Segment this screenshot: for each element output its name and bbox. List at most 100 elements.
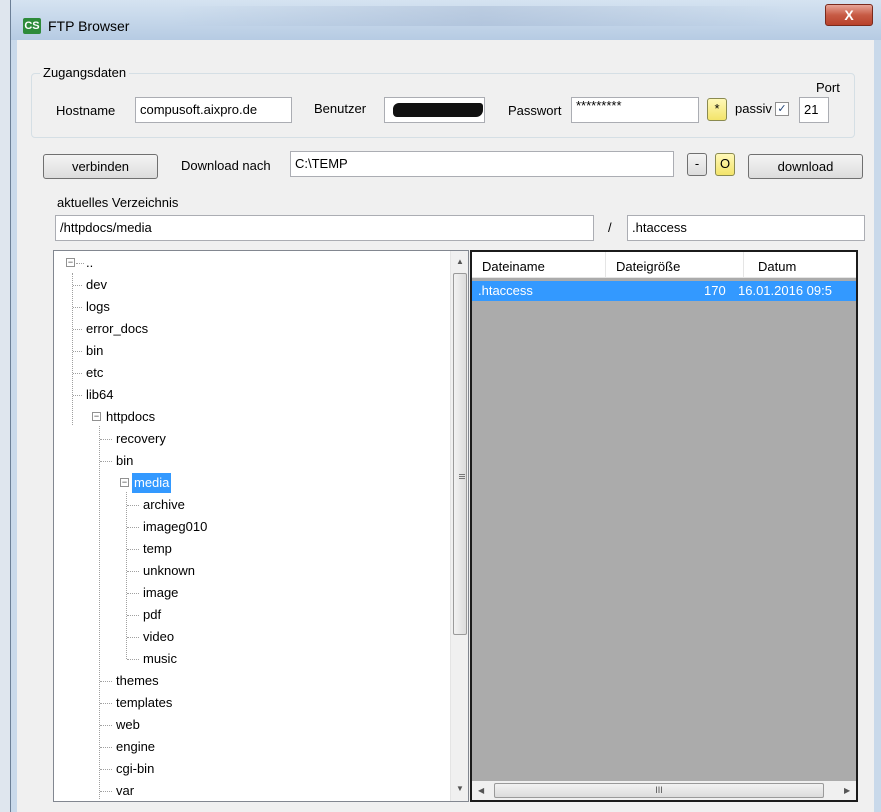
file-size: 170 <box>704 283 726 298</box>
scroll-left-icon[interactable]: ◀ <box>478 786 484 795</box>
tree-node-label: archive <box>143 497 185 512</box>
connect-button[interactable]: verbinden <box>43 154 158 179</box>
tree-node-label: templates <box>116 695 173 710</box>
tree-node-label: httpdocs <box>106 409 156 424</box>
tree-node-label: bin <box>86 343 104 358</box>
file-date: 16.01.2016 09:5 <box>738 283 832 298</box>
scroll-down-icon[interactable]: ▼ <box>456 784 464 793</box>
directory-tree[interactable]: − .. dev logs error_docsbin etc lib64 − http… <box>53 250 469 802</box>
tree-node-label: var <box>116 783 135 798</box>
hostname-label: Hostname <box>56 103 116 118</box>
tree-node-label: unknown <box>143 563 196 578</box>
tree-node-label: cgi-bin <box>116 761 155 776</box>
tree-connector <box>127 637 139 638</box>
tree-connector <box>100 747 112 748</box>
user-input[interactable] <box>384 97 485 123</box>
tree-node-label: logs <box>86 299 110 314</box>
tree-connector <box>73 373 82 374</box>
user-redaction <box>393 103 483 117</box>
column-header-name[interactable]: Dateiname <box>472 252 606 278</box>
tree-node-label: media <box>132 473 172 493</box>
credentials-group: Zugangsdaten Hostname compusoft.aixpro.d… <box>31 65 855 138</box>
tree-node-label: temp <box>143 541 172 556</box>
passive-checkbox[interactable]: ✓ <box>775 102 789 116</box>
tree-node-label: error_docs <box>86 321 149 336</box>
ftp-browser-window: CS FTP Browser X Zugangsdaten Hostname c… <box>10 0 881 812</box>
download-button[interactable]: download <box>748 154 863 179</box>
hostname-input[interactable]: compusoft.aixpro.de <box>135 97 292 123</box>
port-input[interactable]: 21 <box>799 97 829 123</box>
open-folder-button[interactable]: O <box>715 153 735 176</box>
tree-connector <box>73 307 82 308</box>
tree-connector <box>127 593 139 594</box>
tree-connector <box>100 725 112 726</box>
tree-connector <box>73 285 82 286</box>
column-header-date[interactable]: Datum <box>744 252 856 278</box>
user-label: Benutzer <box>314 101 367 116</box>
tree-node-label: bin <box>116 453 134 468</box>
current-dir-label: aktuelles Verzeichnis <box>57 195 179 210</box>
tree-node-label: themes <box>116 673 159 688</box>
scroll-up-icon[interactable]: ▲ <box>456 257 464 266</box>
tree-node-label: video <box>143 629 175 644</box>
tree-connector <box>100 791 112 792</box>
tree-connector <box>73 395 82 396</box>
file-name: .htaccess <box>478 283 533 298</box>
tree-node-label: dev <box>86 277 107 292</box>
tree-connector <box>99 426 100 799</box>
credentials-group-label: Zugangsdaten <box>40 65 130 80</box>
download-to-label: Download nach <box>181 158 271 173</box>
minus-button[interactable]: - <box>687 153 707 176</box>
tree-node-label: pdf <box>143 607 162 622</box>
password-input[interactable]: ********* <box>571 97 699 123</box>
password-label: Passwort <box>508 103 562 118</box>
tree-node-label: etc <box>86 365 104 380</box>
tree-connector <box>127 571 139 572</box>
tree-connector <box>100 703 112 704</box>
download-path-input[interactable]: C:\TEMP <box>290 151 674 177</box>
app-logo-icon: CS <box>23 18 41 34</box>
tree-connector <box>127 505 139 506</box>
tree-connector <box>127 659 139 660</box>
tree-connector <box>73 351 82 352</box>
tree-node-label: web <box>116 717 140 732</box>
tree-connector <box>127 527 139 528</box>
current-file-input[interactable]: .htaccess <box>627 215 865 241</box>
tree-node-label: recovery <box>116 431 166 446</box>
tree-node-label: engine <box>116 739 156 754</box>
tree-vertical-scrollbar[interactable]: ▲ ▼ <box>450 251 468 801</box>
tree-connector <box>100 769 112 770</box>
window-title: FTP Browser <box>48 18 130 34</box>
close-button[interactable]: X <box>825 4 873 26</box>
tree-connector <box>76 263 84 264</box>
file-list[interactable]: Dateiname Dateigröße Datum .htaccess 170… <box>470 250 858 802</box>
tree-connector <box>72 273 73 425</box>
tree-node-label: lib64 <box>86 387 114 402</box>
collapse-icon[interactable]: − <box>92 412 101 421</box>
tree-connector <box>100 439 112 440</box>
titlebar-blur <box>171 6 791 26</box>
collapse-icon[interactable]: − <box>120 478 129 487</box>
tree-node-label: image <box>143 585 179 600</box>
tree-node-label: imageg010 <box>143 519 208 534</box>
collapse-icon[interactable]: − <box>66 258 75 267</box>
path-separator: / <box>608 220 612 235</box>
tree-connector <box>100 681 112 682</box>
current-path-input[interactable]: /httpdocs/media <box>55 215 594 241</box>
show-password-button[interactable]: * <box>707 98 727 121</box>
tree-connector <box>100 461 112 462</box>
tree-connector <box>127 615 139 616</box>
file-list-header: Dateiname Dateigröße Datum <box>472 252 856 278</box>
file-list-horizontal-scrollbar[interactable]: ◀ III ▶ <box>472 781 856 800</box>
column-header-size[interactable]: Dateigröße <box>606 252 744 278</box>
file-row[interactable]: .htaccess 170 16.01.2016 09:5 <box>472 281 856 301</box>
scroll-thumb[interactable]: III <box>494 783 824 798</box>
title-bar[interactable]: CS FTP Browser X <box>11 0 881 40</box>
scroll-right-icon[interactable]: ▶ <box>844 786 850 795</box>
tree-connector <box>73 329 82 330</box>
tree-node-label: .. <box>86 255 94 270</box>
grip-icon <box>459 474 465 475</box>
port-label: Port <box>816 80 840 95</box>
passive-label: passiv <box>735 101 772 116</box>
scroll-thumb[interactable] <box>453 273 467 635</box>
